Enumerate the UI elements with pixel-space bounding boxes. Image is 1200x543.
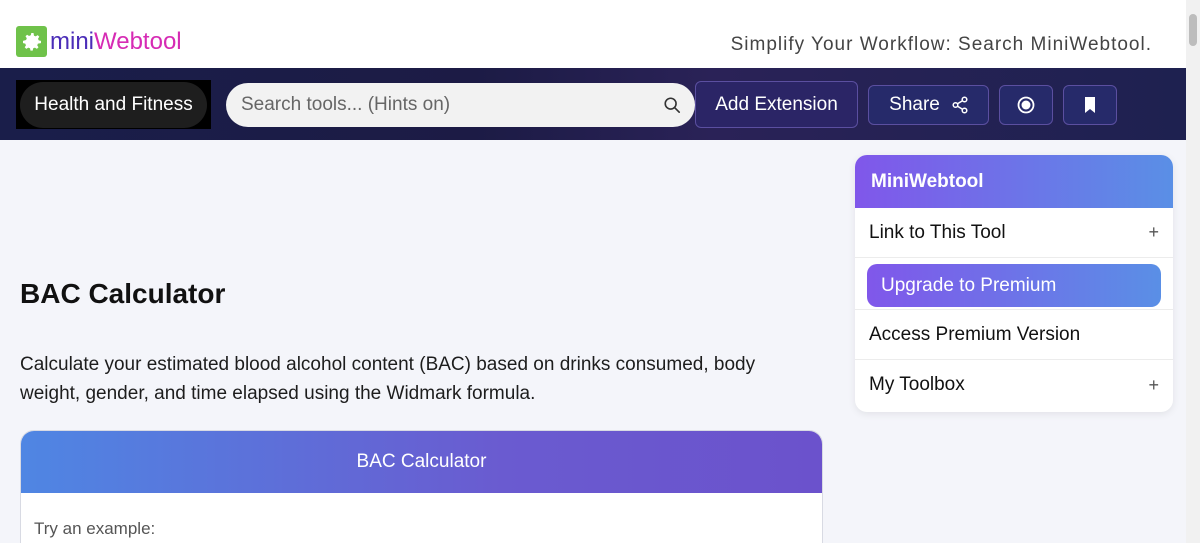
upgrade-premium-button[interactable]: Upgrade to Premium xyxy=(867,264,1161,307)
scrollbar-thumb[interactable] xyxy=(1189,14,1197,46)
tagline: Simplify Your Workflow: Search MiniWebto… xyxy=(730,34,1152,55)
plus-icon[interactable]: + xyxy=(1148,222,1159,243)
category-button[interactable]: Health and Fitness xyxy=(16,80,211,129)
record-icon xyxy=(1017,96,1035,114)
page-description: Calculate your estimated blood alcohol c… xyxy=(20,354,756,404)
nav-bar: Health and Fitness Add Extension Share xyxy=(0,68,1186,140)
sidebar-item-my-toolbox[interactable]: My Toolbox + xyxy=(855,360,1173,410)
add-extension-button[interactable]: Add Extension xyxy=(695,81,858,128)
sidebar-item-label: Link to This Tool xyxy=(869,221,1006,243)
search-box[interactable] xyxy=(226,83,695,127)
calculator-card: BAC Calculator Try an example: xyxy=(20,430,823,543)
share-label: Share xyxy=(889,94,940,115)
calculator-card-title: BAC Calculator xyxy=(21,431,822,493)
record-button[interactable] xyxy=(999,85,1053,125)
search-input[interactable] xyxy=(241,83,651,127)
sidebar-item-label: Access Premium Version xyxy=(869,323,1081,345)
sidebar-item-access-premium[interactable]: Access Premium Version xyxy=(855,310,1173,360)
logo-text: miniWebtool xyxy=(50,28,182,55)
bookmark-button[interactable] xyxy=(1063,85,1117,125)
page-title: BAC Calculator xyxy=(20,278,226,309)
gear-icon xyxy=(16,26,47,57)
sidebar-upgrade-row: Upgrade to Premium xyxy=(855,258,1173,310)
share-button[interactable]: Share xyxy=(868,85,989,125)
search-icon[interactable] xyxy=(663,96,681,114)
sidebar-card: MiniWebtool Link to This Tool + Upgrade … xyxy=(855,155,1173,412)
example-label: Try an example: xyxy=(34,519,156,538)
sidebar-item-label: My Toolbox xyxy=(869,374,965,395)
bookmark-icon xyxy=(1085,97,1095,113)
plus-icon[interactable]: + xyxy=(1148,375,1159,396)
share-icon xyxy=(952,96,968,114)
site-logo[interactable]: miniWebtool xyxy=(16,26,182,57)
top-header: miniWebtool Simplify Your Workflow: Sear… xyxy=(0,0,1186,68)
page-scrollbar[interactable] xyxy=(1186,0,1200,543)
sidebar-title: MiniWebtool xyxy=(855,155,1173,208)
sidebar-item-link-to-tool[interactable]: Link to This Tool + xyxy=(855,208,1173,258)
